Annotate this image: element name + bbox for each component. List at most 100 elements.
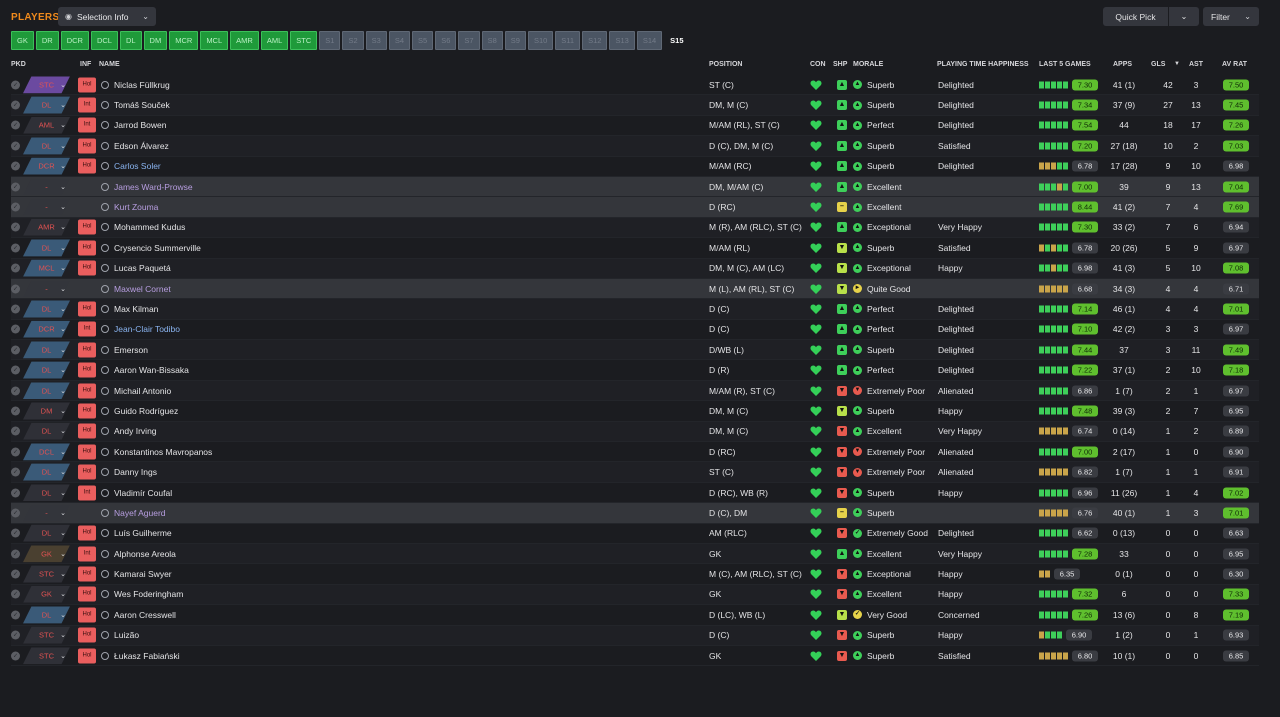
tab-s13[interactable]: S13 (609, 31, 635, 50)
col-morale[interactable]: MORALE (853, 61, 883, 68)
player-name[interactable]: Wes Foderingham (101, 589, 183, 599)
col-ast[interactable]: AST (1189, 61, 1203, 68)
player-name[interactable]: Vladimír Coufal (101, 488, 172, 498)
tab-amr[interactable]: AMR (230, 31, 259, 50)
player-name[interactable]: Łukasz Fabiański (101, 651, 180, 661)
chevron-down-icon[interactable]: ⌄ (56, 448, 70, 456)
col-position[interactable]: POSITION (709, 61, 742, 68)
table-row[interactable]: ✓ AMR ⌄ Hol Mohammed Kudus M (R), AM (RLC), S… (11, 217, 1259, 239)
chevron-down-icon[interactable]: ⌄ (56, 387, 70, 395)
pick-toggle[interactable]: ✓ (11, 488, 20, 497)
quick-pick-dropdown[interactable]: ⌄ (1169, 7, 1199, 26)
player-name[interactable]: Andy Irving (101, 426, 157, 436)
tab-s7[interactable]: S7 (458, 31, 480, 50)
player-name[interactable]: Lucas Paquetá (101, 263, 171, 273)
table-row[interactable]: ✓ DL ⌄ Hol Edson Álvarez D (C), DM, M (C) ▲ ▲ Su… (11, 136, 1259, 157)
col-gls[interactable]: GLS (1151, 61, 1165, 68)
tab-dl[interactable]: DL (119, 31, 142, 50)
col-av-rat[interactable]: AV RAT (1222, 61, 1247, 68)
player-name[interactable]: Alphonse Areola (101, 549, 176, 559)
chevron-down-icon[interactable]: ⌄ (56, 346, 70, 354)
col-shp[interactable]: SHP (833, 61, 847, 68)
tab-s10[interactable]: S10 (527, 31, 554, 50)
chevron-down-icon[interactable]: ⌄ (56, 203, 70, 211)
tab-s14[interactable]: S14 (636, 31, 663, 50)
player-name[interactable]: Max Kilman (101, 304, 158, 314)
table-row[interactable]: ✓ GK ⌄ Int Alphonse Areola GK ▲ ▲ Excellent Very … (11, 543, 1259, 565)
chevron-down-icon[interactable]: ⌄ (56, 142, 70, 150)
chevron-down-icon[interactable]: ⌄ (56, 264, 70, 272)
player-name[interactable]: Mohammed Kudus (101, 222, 185, 232)
tab-dr[interactable]: DR (35, 31, 59, 50)
chevron-down-icon[interactable]: ⌄ (56, 468, 70, 476)
table-row[interactable]: ✓ DL ⌄ Hol Luís Guilherme AM (RLC) ▼ ✓ Extremely… (11, 524, 1259, 544)
player-name[interactable]: Kurt Zouma (101, 202, 158, 212)
col-inf[interactable]: INF (80, 61, 91, 68)
pick-toggle[interactable]: ✓ (11, 406, 20, 416)
pick-toggle[interactable]: ✓ (11, 426, 20, 436)
tab-mcr[interactable]: MCR (169, 31, 199, 50)
chevron-down-icon[interactable]: ⌄ (56, 529, 70, 537)
pick-toggle[interactable]: ✓ (11, 202, 20, 212)
tab-s11[interactable]: S11 (555, 31, 581, 50)
table-row[interactable]: ✓ DL ⌄ Hol Emerson D/WB (L) ▲ ▲ Superb Delighted 7… (11, 340, 1259, 361)
chevron-down-icon[interactable]: ⌄ (56, 121, 70, 129)
player-name[interactable]: Carlos Soler (101, 161, 161, 171)
pick-toggle[interactable]: ✓ (11, 243, 20, 253)
chevron-down-icon[interactable]: ⌄ (56, 427, 70, 435)
tab-mcl[interactable]: MCL (200, 31, 229, 50)
pick-toggle[interactable]: ✓ (11, 630, 20, 640)
player-name[interactable]: Kamarai Swyer (101, 569, 172, 579)
chevron-down-icon[interactable]: ⌄ (56, 285, 70, 293)
player-name[interactable]: Michail Antonio (101, 386, 171, 396)
tab-dm[interactable]: DM (143, 31, 168, 50)
tab-stc[interactable]: STC (290, 31, 318, 50)
tab-s3[interactable]: S3 (365, 31, 387, 50)
chevron-down-icon[interactable]: ⌄ (56, 407, 70, 415)
tab-s15[interactable]: S15 (664, 31, 689, 50)
chevron-down-icon[interactable]: ⌄ (56, 652, 70, 660)
player-name[interactable]: Konstantinos Mavropanos (101, 447, 212, 457)
chevron-down-icon[interactable]: ⌄ (56, 162, 70, 170)
pick-toggle[interactable]: ✓ (11, 569, 20, 579)
tab-dcl[interactable]: DCL (90, 31, 118, 50)
chevron-down-icon[interactable]: ⌄ (56, 244, 70, 252)
table-row[interactable]: ✓ STC ⌄ Hol Kamarai Swyer M (C), AM (RLC), ST… (11, 564, 1259, 585)
col-playing-time-happiness[interactable]: PLAYING TIME HAPPINESS (937, 61, 1029, 68)
chevron-down-icon[interactable]: ⌄ (56, 590, 70, 598)
pick-toggle[interactable]: ✓ (11, 182, 20, 192)
player-name[interactable]: Emerson (101, 345, 148, 355)
pick-toggle[interactable]: ✓ (11, 222, 20, 232)
chevron-down-icon[interactable]: ⌄ (56, 366, 70, 374)
pick-toggle[interactable]: ✓ (11, 508, 20, 518)
selection-info-button[interactable]: ◉ Selection Info ⌄ (58, 7, 156, 26)
table-row[interactable]: ✓ - ⌄ Nayef Aguerd D (C), DM – ▲ Superb 6.76 40 (… (11, 503, 1259, 524)
pick-toggle[interactable]: ✓ (11, 549, 20, 559)
player-name[interactable]: Jarrod Bowen (101, 120, 166, 130)
tab-s8[interactable]: S8 (481, 31, 503, 50)
col-pkd[interactable]: PKD (11, 61, 26, 68)
table-row[interactable]: ✓ STC ⌄ Hol Niclas Füllkrug ST (C) ▲ ▲ Superb Del… (11, 75, 1259, 96)
chevron-down-icon[interactable]: ⌄ (56, 305, 70, 313)
pick-toggle[interactable]: ✓ (11, 345, 20, 355)
pick-toggle[interactable]: ✓ (11, 80, 20, 90)
player-name[interactable]: Tomáš Souček (101, 100, 170, 110)
table-row[interactable]: ✓ DL ⌄ Int Vladimír Coufal D (RC), WB (R) ▼ ▲ Su… (11, 483, 1259, 504)
chevron-down-icon[interactable]: ⌄ (56, 611, 70, 619)
tab-s4[interactable]: S4 (388, 31, 410, 50)
chevron-down-icon[interactable]: ⌄ (56, 101, 70, 109)
pick-toggle[interactable]: ✓ (11, 610, 20, 620)
player-name[interactable]: Guido Rodríguez (101, 406, 178, 416)
pick-toggle[interactable]: ✓ (11, 161, 20, 171)
player-name[interactable]: Crysencio Summerville (101, 243, 201, 253)
pick-toggle[interactable]: ✓ (11, 386, 20, 396)
table-row[interactable]: ✓ GK ⌄ Hol Wes Foderingham GK ▼ ▲ Excellent Happy… (11, 584, 1259, 606)
table-row[interactable]: ✓ DL ⌄ Hol Aaron Cresswell D (LC), WB (L) ▼ ✓ Ve… (11, 605, 1259, 626)
chevron-down-icon[interactable]: ⌄ (56, 223, 70, 231)
player-name[interactable]: Luizão (101, 630, 139, 640)
col-name[interactable]: NAME (99, 61, 120, 68)
tab-s5[interactable]: S5 (412, 31, 434, 50)
pick-toggle[interactable]: ✓ (11, 141, 20, 151)
chevron-down-icon[interactable]: ⌄ (56, 631, 70, 639)
pick-toggle[interactable]: ✓ (11, 284, 20, 294)
